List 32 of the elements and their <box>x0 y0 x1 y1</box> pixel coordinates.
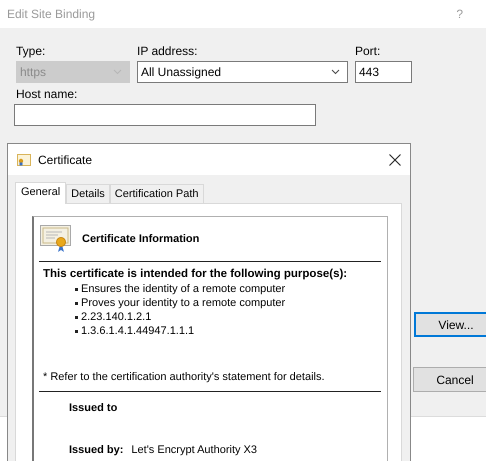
purpose-heading: This certificate is intended for the following purpose(s): <box>43 268 348 280</box>
purpose-item: Ensures the identity of a remote computer <box>81 283 286 295</box>
dialog-button[interactable]: Cancel <box>413 367 486 392</box>
certificate-icon <box>17 154 31 166</box>
purpose-item: Proves your identity to a remote computer <box>81 297 286 309</box>
bullet-icon <box>75 330 78 332</box>
bullet-icon <box>75 302 78 304</box>
host-name-field[interactable] <box>14 104 316 126</box>
field-label: Host name: <box>16 87 78 103</box>
purpose-item: 2.23.140.1.2.1 <box>81 311 152 323</box>
bullet-icon <box>75 316 78 318</box>
tab[interactable]: Details <box>66 184 110 203</box>
ip-address-dropdown[interactable]: All Unassigned <box>137 61 348 83</box>
issued-to-label: Issued to <box>69 402 118 414</box>
tab[interactable]: Certification Path <box>110 184 204 203</box>
certificate-icon <box>40 225 72 253</box>
chevron-down-icon <box>331 69 340 75</box>
field-label: Port: <box>355 44 382 60</box>
purpose-item: 1.3.6.1.4.1.44947.1.1.1 <box>81 325 194 337</box>
bullet-icon <box>75 288 78 290</box>
window-title: Certificate <box>38 152 92 166</box>
port-field[interactable]: 443 <box>355 61 412 83</box>
dialog-button[interactable]: View... <box>414 312 486 337</box>
field-label: Type: <box>16 44 46 60</box>
issued-by-value: Let's Encrypt Authority X3 <box>131 444 258 456</box>
note-text: * Refer to the certification authority's statement for details. <box>43 371 326 383</box>
tab[interactable]: General <box>15 182 66 204</box>
info-heading: Certificate Information <box>82 233 200 245</box>
window-title: Edit Site Binding <box>7 7 96 21</box>
field-label: IP address: <box>137 44 198 60</box>
issued-by-label: Issued by: <box>69 444 124 456</box>
close-icon <box>389 154 401 166</box>
